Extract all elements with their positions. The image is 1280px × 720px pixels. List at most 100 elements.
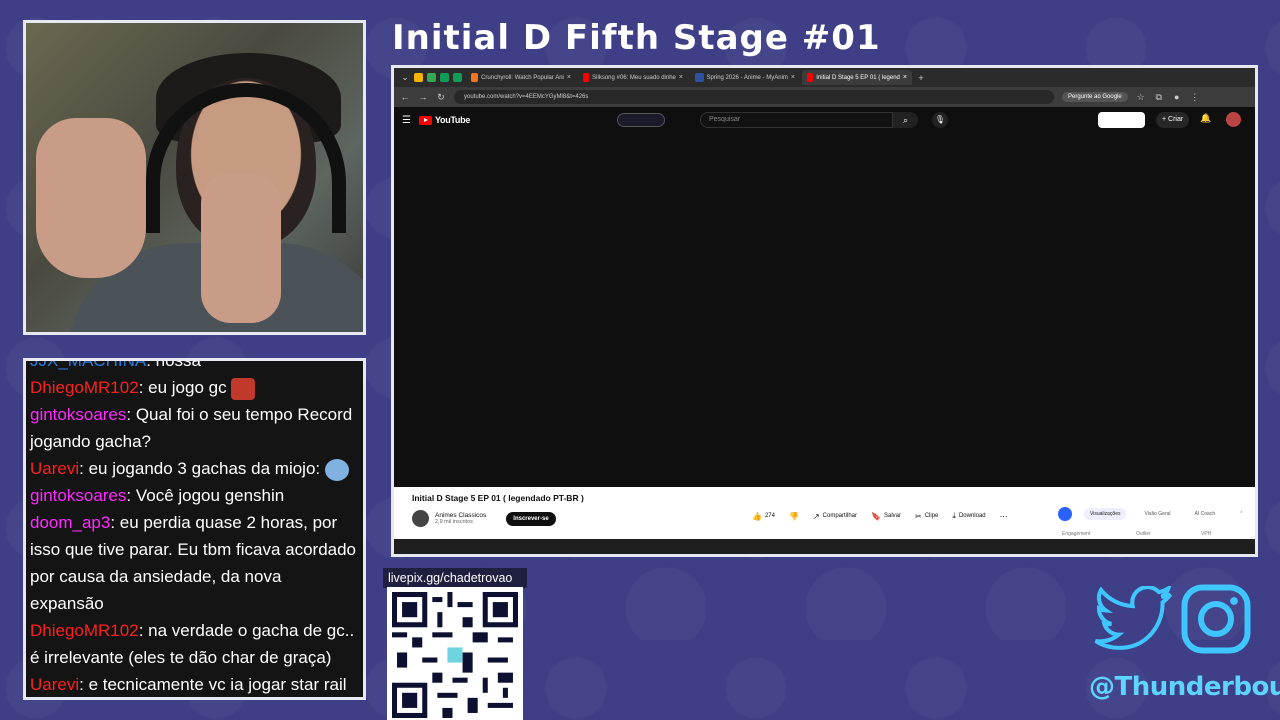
- chat-text: : eu jogo gc: [138, 378, 232, 397]
- channel-avatar[interactable]: [412, 510, 429, 527]
- thumbs-up-icon: 👍: [752, 511, 762, 521]
- chat-username[interactable]: JJX_MACHINA: [30, 361, 146, 370]
- pinned-tab-icon[interactable]: [453, 73, 462, 82]
- create-label: Criar: [1168, 116, 1184, 123]
- tab-label: Crunchyroll: Watch Popular Ani: [481, 74, 564, 81]
- chat-emote-icon: [324, 458, 349, 481]
- youtube-logo[interactable]: YouTube: [435, 115, 470, 125]
- browser-tab[interactable]: Spring 2026 - Anime - MyAnim ×: [690, 70, 800, 85]
- bookmark-icon: 🔖: [871, 511, 881, 521]
- video-info: Initial D Stage 5 EP 01 ( legendado PT-B…: [394, 487, 1255, 539]
- download-label: Download: [958, 513, 986, 519]
- channel-name[interactable]: Animes Classicos: [435, 512, 486, 519]
- browser-tab[interactable]: Silksong #06: Meu suado dinhe ×: [578, 70, 688, 85]
- ask-google-button[interactable]: Pergunte ao Google: [1062, 92, 1128, 102]
- save-label: Salvar: [883, 513, 901, 519]
- tab-label: Spring 2026 - Anime - MyAnim: [706, 74, 788, 81]
- tab-bar: ⌄ Crunchyroll: Watch Popular Ani × Silkson…: [394, 68, 1255, 87]
- scissors-icon: ✂: [915, 511, 922, 521]
- chat-username[interactable]: Uarevi: [30, 459, 79, 478]
- twitter-icon: [1094, 586, 1173, 650]
- video-title: Initial D Stage 5 EP 01 ( legendado PT-B…: [412, 493, 584, 503]
- chat-username[interactable]: gintoksoares: [30, 405, 126, 424]
- save-button[interactable]: 🔖 Salvar: [871, 512, 901, 521]
- menu-dots-icon[interactable]: ⋮: [1190, 92, 1200, 103]
- ext-tab-views[interactable]: Visualizações: [1084, 508, 1127, 520]
- chat-message: Uarevi: e tecnicamente vc ia jogar star …: [30, 671, 359, 697]
- bell-icon[interactable]: 🔔: [1200, 113, 1211, 124]
- bookmark-star-icon[interactable]: ☆: [1136, 92, 1146, 103]
- chat-message: Uarevi: eu jogando 3 gachas da miojo:: [30, 455, 359, 482]
- dislike-button[interactable]: 👎: [789, 512, 799, 521]
- search-icon[interactable]: ⌕: [893, 112, 918, 128]
- channel-row: Animes Classicos 2,9 mil inscritos Inscr…: [412, 510, 556, 527]
- streamer-hand-finger: [201, 173, 281, 323]
- chevron-up-icon[interactable]: ⌃: [1233, 508, 1249, 520]
- like-button[interactable]: 👍 274: [752, 512, 775, 521]
- new-tab-icon[interactable]: +: [916, 73, 926, 83]
- favicon-icon: [583, 73, 590, 82]
- close-tab-icon[interactable]: ×: [679, 74, 683, 81]
- analytics-extension: Visualizações Visão Geral AI Coach ⌃: [1058, 507, 1249, 521]
- ext-sub-outlier: Outlier: [1136, 531, 1151, 537]
- chat-username[interactable]: doom_ap3: [30, 513, 110, 532]
- share-label: Compartilhar: [822, 513, 858, 519]
- extensions-icon[interactable]: ⧉: [1154, 92, 1164, 103]
- favicon-icon: [695, 73, 704, 82]
- extension-toolbar[interactable]: [1098, 112, 1145, 128]
- chat-message: gintoksoares: Você jogou genshin: [30, 482, 359, 509]
- video-actions: 👍 274 👎 ↗ Compartilhar 🔖 Salvar ✂ Clipe ⤓ Dow…: [752, 511, 1008, 521]
- instagram-icon: [1181, 584, 1251, 654]
- close-tab-icon[interactable]: ×: [791, 74, 795, 81]
- chat-message: JJX_MACHINA: nossa: [30, 361, 359, 374]
- pinned-tab-icon[interactable]: [414, 73, 423, 82]
- share-button[interactable]: ↗ Compartilhar: [813, 512, 857, 521]
- video-player[interactable]: [394, 133, 1255, 487]
- create-button[interactable]: + Criar: [1156, 112, 1190, 128]
- chat-message: DhiegoMR102: eu jogo gc: [30, 374, 359, 401]
- webcam-feed: [23, 20, 366, 335]
- browser-tab[interactable]: Initial D Stage 5 EP 01 ( legend ×: [802, 70, 912, 85]
- youtube-logo-icon[interactable]: [418, 115, 432, 125]
- ext-tab-overview[interactable]: Visão Geral: [1138, 508, 1176, 520]
- subscribe-button[interactable]: Inscrever-se: [506, 511, 556, 526]
- close-tab-icon[interactable]: ×: [567, 74, 571, 81]
- tab-label: Silksong #06: Meu suado dinhe: [592, 74, 676, 81]
- profile-icon[interactable]: ●: [1172, 92, 1182, 102]
- browser-window: ⌄ Crunchyroll: Watch Popular Ani × Silkson…: [391, 65, 1258, 557]
- qr-code-icon: [392, 592, 518, 718]
- channel-subscribers: 2,9 mil inscritos: [435, 519, 473, 525]
- clip-button[interactable]: ✂ Clipe: [915, 512, 938, 521]
- mic-icon[interactable]: 🎙: [932, 112, 948, 128]
- chat-username[interactable]: DhiegoMR102: [30, 378, 139, 397]
- pinned-tab-icon[interactable]: [440, 73, 449, 82]
- avatar[interactable]: [1226, 112, 1241, 127]
- url-input[interactable]: youtube.com/watch?v=4EEMcYGyMl8&t=426s: [454, 90, 1054, 104]
- pinned-tab-icon[interactable]: [427, 73, 436, 82]
- chat-username[interactable]: gintoksoares: [30, 486, 126, 505]
- chat-username[interactable]: Uarevi: [30, 675, 79, 694]
- forward-icon[interactable]: →: [418, 92, 428, 102]
- tab-list-icon[interactable]: ⌄: [400, 72, 410, 83]
- download-button[interactable]: ⤓ Download: [952, 511, 985, 521]
- back-icon[interactable]: ←: [400, 92, 410, 102]
- chat-emote-icon: [231, 377, 256, 400]
- more-button[interactable]: ⋯: [1000, 512, 1008, 521]
- streamer-hand: [36, 118, 146, 278]
- like-count: 274: [764, 513, 775, 519]
- search-input[interactable]: Pesquisar: [700, 112, 893, 128]
- chat-message: DhiegoMR102: na verdade o gacha de gc.. …: [30, 617, 359, 671]
- browser-tab[interactable]: Crunchyroll: Watch Popular Ani ×: [466, 70, 576, 85]
- download-icon: ⤓: [952, 511, 956, 520]
- tab-label: Initial D Stage 5 EP 01 ( legend: [816, 74, 900, 81]
- chat-username[interactable]: DhiegoMR102: [30, 621, 139, 640]
- address-bar: ← → ↻ youtube.com/watch?v=4EEMcYGyMl8&t=…: [394, 87, 1255, 107]
- hamburger-menu-icon[interactable]: ☰: [402, 115, 411, 126]
- reload-icon[interactable]: ↻: [436, 92, 446, 103]
- ext-sub-vph: VPH: [1201, 531, 1212, 537]
- extension-pill[interactable]: [617, 113, 665, 127]
- ext-tab-ai-coach[interactable]: AI Coach: [1189, 508, 1222, 520]
- youtube-header: ☰ YouTube Pesquisar ⌕ 🎙 + Criar 🔔: [394, 107, 1255, 133]
- social-handle: @Thunderbout: [1089, 672, 1280, 702]
- close-tab-icon[interactable]: ×: [903, 74, 907, 81]
